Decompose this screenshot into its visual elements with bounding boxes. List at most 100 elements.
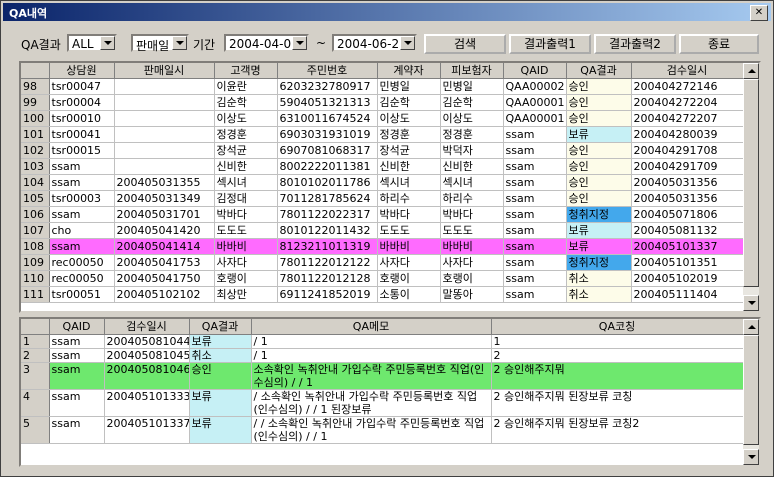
cell-agent[interactable]: rec00050 [49, 270, 115, 287]
cell-coach[interactable]: 1 [491, 334, 744, 349]
cell-sale[interactable]: 200405041750 [114, 270, 215, 287]
cell-contractor[interactable]: 도도도 [377, 222, 441, 239]
column-header[interactable]: 검수일시 [104, 319, 190, 335]
cell-result[interactable]: 청취지정 [566, 254, 632, 271]
cell-result[interactable]: 보류 [566, 222, 632, 239]
row-number[interactable]: 5 [21, 416, 50, 444]
cell-jumin[interactable]: 8010122011432 [277, 222, 378, 239]
column-header[interactable]: QAID [503, 63, 567, 79]
cell-contractor[interactable]: 소통이 [377, 286, 441, 303]
cell-qaid[interactable]: ssam [503, 190, 567, 207]
cell-cust[interactable]: 정경훈 [214, 126, 278, 143]
table-row[interactable]: 1 ssam 200405081044 보류/ 11 [21, 334, 744, 349]
start-date-picker[interactable]: 2004-04-01 [224, 34, 309, 52]
cell-insured[interactable]: 하리수 [440, 190, 504, 207]
cell-agent[interactable]: tsr00047 [49, 78, 115, 95]
row-number[interactable]: 109 [21, 254, 50, 271]
row-number[interactable]: 105 [21, 190, 50, 207]
table-row[interactable]: 108 ssam 200405041414 바바비 8123211011319 바바비 바바… [21, 238, 744, 255]
cell-cust[interactable]: 이윤란 [214, 78, 278, 95]
table-row[interactable]: 2 ssam 200405081045 취소/ 12 [21, 348, 744, 363]
table-row[interactable]: 103 ssam 신비한 8002222011381 신비한 신비한 ssam 승인 20040… [21, 158, 744, 175]
cell-insured[interactable]: 이상도 [440, 110, 504, 127]
cell-qaid[interactable]: ssam [503, 158, 567, 175]
cell-result[interactable]: 승인 [566, 190, 632, 207]
cell-cust[interactable]: 사자다 [214, 254, 278, 271]
cell-check[interactable]: 200405031356 [631, 190, 744, 207]
cell-check[interactable]: 200404291708 [631, 142, 744, 159]
cell-contractor[interactable]: 섹시녀 [377, 174, 441, 191]
print-result1-button[interactable]: 결과출력1 [509, 34, 591, 54]
cell-sale[interactable] [114, 142, 215, 159]
cell-qaid[interactable]: ssam [49, 348, 105, 363]
cell-jumin[interactable]: 8123211011319 [277, 238, 378, 255]
cell-contractor[interactable]: 호랭이 [377, 270, 441, 287]
table-row[interactable]: 104 ssam 200405031355 섹시녀 8010102011786 섹시녀 섹시… [21, 174, 744, 191]
row-number[interactable]: 111 [21, 286, 50, 303]
cell-memo[interactable]: / 1 [251, 334, 492, 349]
cell-agent[interactable]: tsr00010 [49, 110, 115, 127]
cell-jumin[interactable]: 7801122012122 [277, 254, 378, 271]
column-header[interactable]: 상담원 [49, 63, 115, 79]
cell-contractor[interactable]: 민병일 [377, 78, 441, 95]
qa-detail-vertical-scrollbar[interactable] [743, 319, 759, 465]
cell-cust[interactable]: 섹시녀 [214, 174, 278, 191]
cell-check[interactable]: 200405081044 [104, 334, 190, 349]
cell-check[interactable]: 200404280039 [631, 126, 744, 143]
row-number[interactable]: 2 [21, 348, 50, 363]
cell-agent[interactable]: ssam [49, 238, 115, 255]
row-number[interactable]: 106 [21, 206, 50, 223]
column-header[interactable]: 계약자 [377, 63, 441, 79]
cell-insured[interactable]: 박바다 [440, 206, 504, 223]
chevron-down-icon[interactable] [172, 36, 187, 50]
cell-sale[interactable]: 200405041420 [114, 222, 215, 239]
cell-memo[interactable]: / / 소속확인 녹취안내 가입수락 주민등록번호 직업(인수심의) / / 1 [251, 416, 492, 444]
cell-qaid[interactable]: ssam [503, 222, 567, 239]
column-header[interactable]: QA결과 [189, 319, 252, 335]
cell-jumin[interactable]: 6911241852019 [277, 286, 378, 303]
cell-memo[interactable]: / 소속확인 녹취안내 가입수락 주민등록번호 직업(인수심의) / / 1 된… [251, 389, 492, 417]
cell-qaid[interactable]: ssam [49, 389, 105, 417]
cell-coach[interactable]: 2 승인해주지뭐 된장보류 코칭 [491, 389, 744, 417]
cell-check[interactable]: 200404291709 [631, 158, 744, 175]
cell-qaid[interactable]: ssam [503, 270, 567, 287]
cell-check[interactable]: 200405101337 [104, 416, 190, 444]
table-row[interactable]: 101 tsr00041 정경훈 6903031931019 정경훈 정경훈 ssam 보류 2… [21, 126, 744, 143]
cell-memo[interactable]: 소속확인 녹취안내 가입수락 주민등록번호 직업(인수심의) / / 1 [251, 362, 492, 390]
cell-cust[interactable]: 장석균 [214, 142, 278, 159]
cell-agent[interactable]: ssam [49, 206, 115, 223]
row-number[interactable]: 104 [21, 174, 50, 191]
cell-check[interactable]: 200405101337 [631, 238, 744, 255]
chevron-down-icon[interactable] [100, 36, 115, 50]
cell-insured[interactable]: 말똥아 [440, 286, 504, 303]
cell-cust[interactable]: 호랭이 [214, 270, 278, 287]
cell-result[interactable]: 승인 [566, 142, 632, 159]
row-number[interactable]: 100 [21, 110, 50, 127]
cell-result[interactable]: 보류 [189, 334, 252, 349]
cell-qaid[interactable]: ssam [49, 416, 105, 444]
cell-check[interactable]: 200405081132 [631, 222, 744, 239]
cell-sale[interactable] [114, 158, 215, 175]
scroll-thumb[interactable] [743, 79, 759, 287]
cell-sale[interactable] [114, 78, 215, 95]
row-number[interactable]: 99 [21, 94, 50, 111]
cell-contractor[interactable]: 장석균 [377, 142, 441, 159]
cell-result[interactable]: 보류 [566, 238, 632, 255]
cell-result[interactable]: 보류 [566, 126, 632, 143]
cell-cust[interactable]: 이상도 [214, 110, 278, 127]
cell-insured[interactable]: 김순학 [440, 94, 504, 111]
row-number[interactable]: 98 [21, 78, 50, 95]
cell-jumin[interactable]: 8010102011786 [277, 174, 378, 191]
date-type-select[interactable]: 판매일 [131, 34, 189, 53]
cell-jumin[interactable]: 7011281785624 [277, 190, 378, 207]
scroll-down-icon[interactable] [743, 295, 759, 311]
close-button[interactable]: 종료 [679, 34, 759, 54]
cell-check[interactable]: 200405081045 [104, 348, 190, 363]
cell-sale[interactable]: 200405041414 [114, 238, 215, 255]
cell-agent[interactable]: ssam [49, 158, 115, 175]
table-row[interactable]: 105 tsr00003 200405031349 김정대 7011281785624 하… [21, 190, 744, 207]
row-number[interactable]: 101 [21, 126, 50, 143]
cell-contractor[interactable]: 사자다 [377, 254, 441, 271]
cell-contractor[interactable]: 김순학 [377, 94, 441, 111]
cell-qaid[interactable]: QAA00002 [503, 78, 567, 95]
